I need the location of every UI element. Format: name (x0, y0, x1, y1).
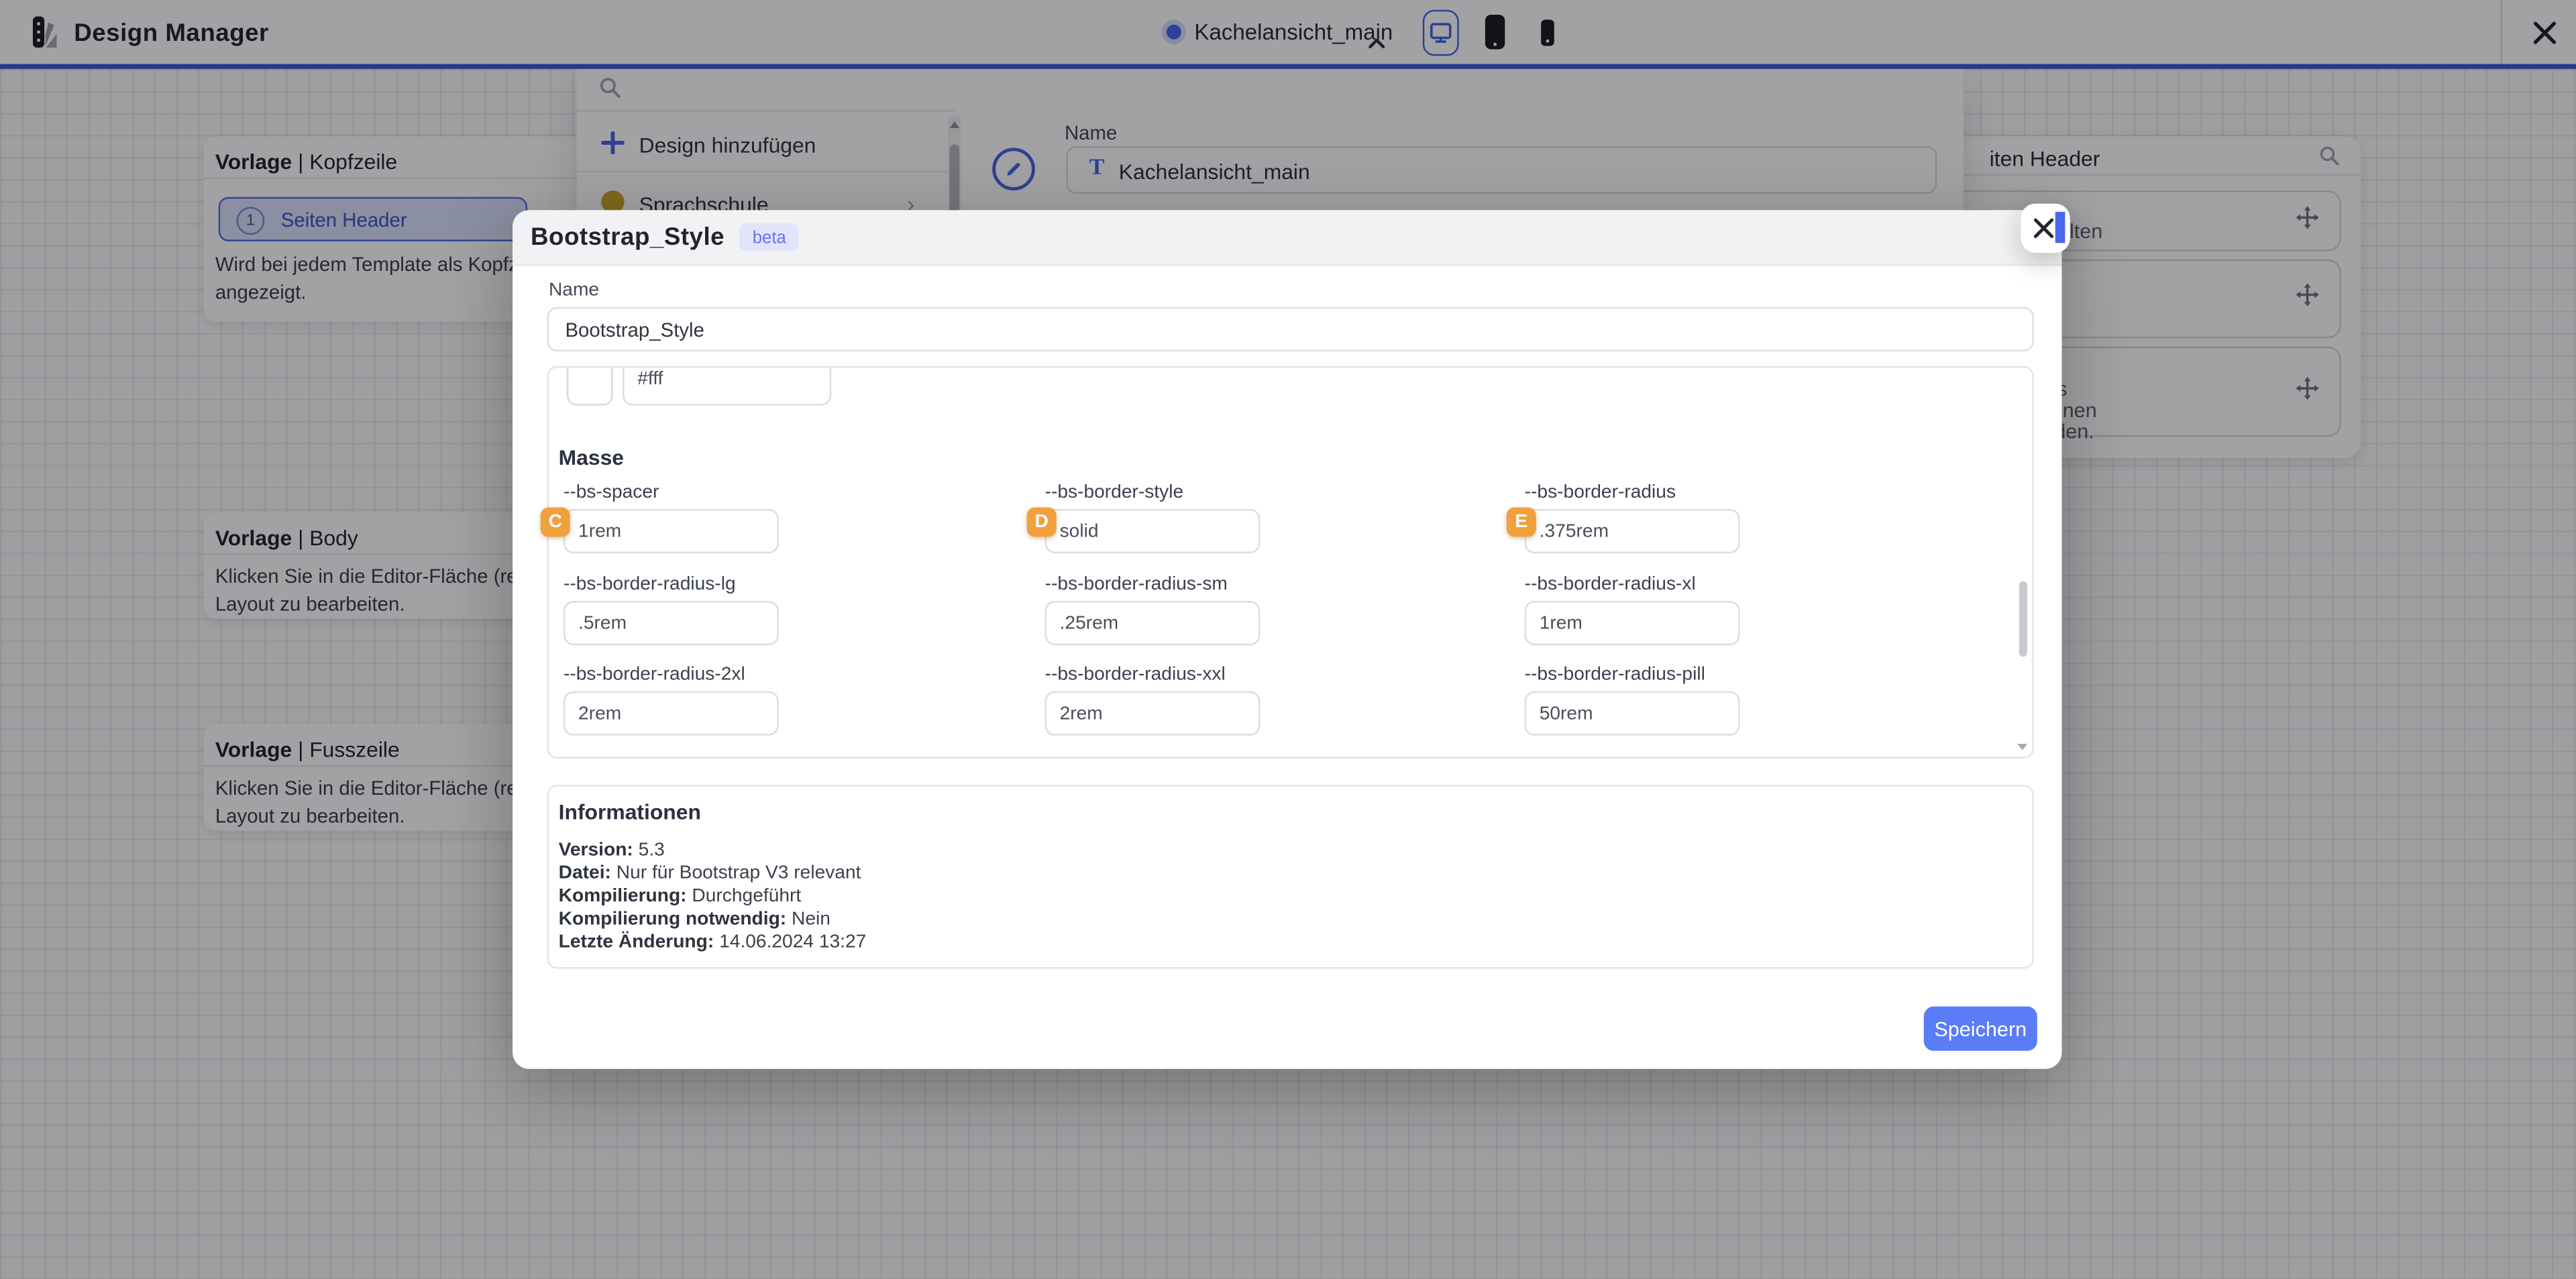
beta-badge: beta (739, 223, 799, 252)
field-bs-border-style: --bs-border-style (1045, 483, 1260, 553)
masse-heading: Masse (559, 445, 624, 469)
bootstrap-style-modal: Bootstrap_Style beta Name #fff Masse --b… (513, 210, 2061, 1068)
field-bs-border-radius: --bs-border-radius (1525, 483, 1740, 553)
panel-scrollbar-thumb[interactable] (2019, 581, 2027, 657)
info-row: Kompilierung notwendig: Nein (559, 908, 2033, 931)
info-row: Letzte Änderung: 14.06.2024 13:27 (559, 931, 2033, 954)
field-bs-border-radius-lg: --bs-border-radius-lg (564, 575, 779, 645)
css-var-label: --bs-border-radius-pill (1525, 665, 1740, 684)
close-icon (2032, 217, 2055, 239)
info-row: Kompilierung: Durchgeführt (559, 885, 2033, 908)
css-var-label: --bs-border-radius-lg (564, 575, 779, 594)
marker-c[interactable]: C (541, 507, 570, 537)
color-value-text: #fff (637, 370, 663, 389)
informationen-heading: Informationen (559, 799, 2033, 824)
field-bs-border-radius-xl: --bs-border-radius-xl (1525, 575, 1740, 645)
css-var-input[interactable] (1045, 601, 1260, 645)
css-var-label: --bs-border-radius-xl (1525, 575, 1740, 594)
css-var-label: --bs-border-radius-sm (1045, 575, 1260, 594)
info-row: Version: 5.3 (559, 839, 2033, 862)
field-bs-border-radius-pill: --bs-border-radius-pill (1525, 665, 1740, 735)
informationen-box: Informationen Version: 5.3 Datei: Nur fü… (547, 785, 2034, 968)
style-name-input[interactable] (547, 307, 2034, 351)
focus-caret (2055, 211, 2064, 243)
field-bs-border-radius-2xl: --bs-border-radius-2xl (564, 665, 779, 735)
css-var-input[interactable] (1525, 691, 1740, 736)
css-var-input[interactable] (564, 509, 779, 553)
name-label: Name (549, 281, 599, 300)
css-var-label: --bs-border-radius-xxl (1045, 665, 1260, 684)
info-row: Datei: Nur für Bootstrap V3 relevant (559, 862, 2033, 885)
css-var-input[interactable] (1525, 509, 1740, 553)
css-var-input[interactable] (564, 691, 779, 736)
design-manager-app: Vorlage | Kopfzeile 1 Seiten Header Wird… (0, 0, 2576, 1279)
css-var-input[interactable] (1045, 691, 1260, 736)
css-var-label: --bs-border-radius (1525, 483, 1740, 502)
color-swatch[interactable] (567, 366, 613, 406)
modal-close-button[interactable] (2021, 204, 2070, 253)
modal-title: Bootstrap_Style (531, 223, 724, 252)
color-value-field[interactable]: #fff (623, 366, 831, 406)
css-var-input[interactable] (564, 601, 779, 645)
css-var-input[interactable] (1045, 509, 1260, 553)
css-var-label: --bs-spacer (564, 483, 779, 502)
css-var-label: --bs-border-radius-2xl (564, 665, 779, 684)
css-var-input[interactable] (1525, 601, 1740, 645)
css-var-label: --bs-border-style (1045, 483, 1260, 502)
marker-d[interactable]: D (1027, 507, 1057, 537)
variables-scroll-panel: #fff Masse --bs-spacer --bs-border-style… (547, 366, 2034, 759)
save-button[interactable]: Speichern (1924, 1007, 2037, 1051)
field-bs-border-radius-sm: --bs-border-radius-sm (1045, 575, 1260, 645)
field-bs-spacer: --bs-spacer (564, 483, 779, 553)
field-bs-border-radius-xxl: --bs-border-radius-xxl (1045, 665, 1260, 735)
marker-e[interactable]: E (1507, 507, 1536, 537)
modal-header: Bootstrap_Style beta (513, 210, 2061, 266)
scroll-down-arrow-icon[interactable] (2017, 744, 2027, 750)
